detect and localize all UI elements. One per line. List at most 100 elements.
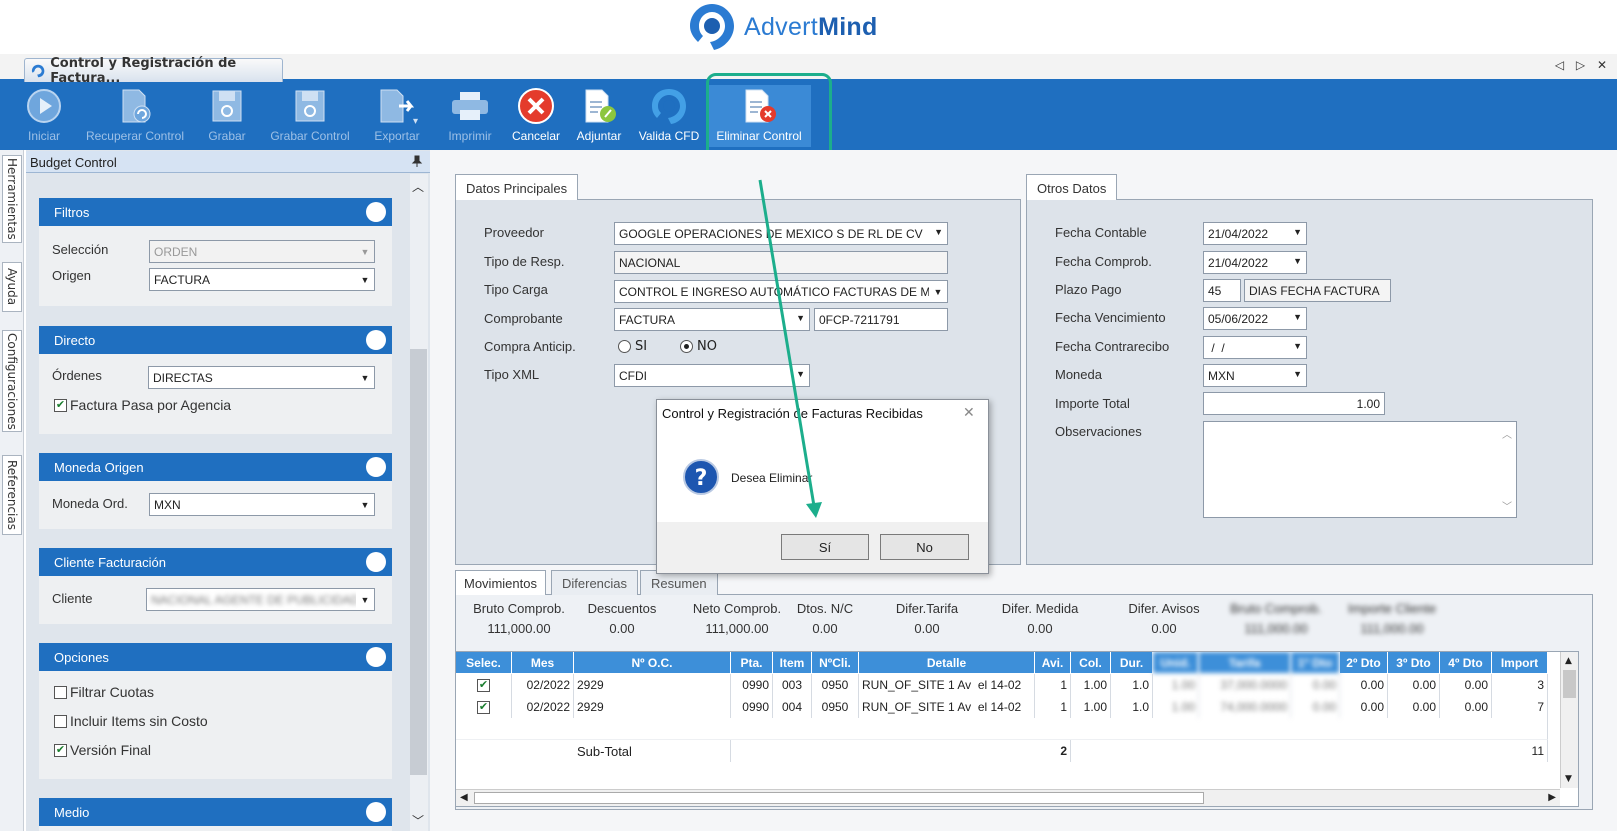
tipo-carga-combo[interactable]: CONTROL E INGRESO AUTOMÁTICO FACTURAS DE…	[614, 280, 948, 303]
scroll-up-icon[interactable]: ▲	[1565, 656, 1572, 666]
col-header-item[interactable]: Item	[773, 652, 812, 673]
collapse-icon[interactable]	[366, 552, 386, 572]
moneda-ord-combo[interactable]: MXN ▼	[149, 493, 375, 516]
side-tab-ayuda[interactable]: Ayuda	[2, 262, 22, 312]
importe-total-label: Importe Total	[1055, 396, 1130, 411]
comprobante-combo[interactable]: FACTURA ▼	[614, 308, 810, 331]
col-header-selec[interactable]: Selec.	[456, 652, 512, 673]
attach-icon	[585, 89, 616, 123]
origen-combo[interactable]: FACTURA ▼	[149, 268, 375, 291]
col-header-dto2[interactable]: 2º Dto	[1340, 652, 1388, 673]
cancelar-button[interactable]: Cancelar	[508, 84, 564, 148]
scroll-up-icon[interactable]: ︿	[412, 178, 424, 195]
cliente-label: Cliente	[52, 591, 93, 606]
compra-no-radio[interactable]: NO	[680, 339, 717, 354]
document-tab[interactable]: Control y Registración de Factura...	[24, 56, 283, 86]
directo-header[interactable]: Directo	[39, 326, 392, 354]
grid-vscroll-thumb[interactable]	[1563, 670, 1576, 698]
col-header-tarifa[interactable]: Tarifa	[1199, 652, 1291, 673]
chevron-down-icon: ▼	[1293, 369, 1302, 379]
col-header-oc[interactable]: Nº O.C.	[574, 652, 731, 673]
grid-hscroll-thumb[interactable]	[474, 792, 1204, 804]
fecha-contable-date[interactable]: 21/04/2022 ▼	[1203, 222, 1307, 245]
comprobante-numero-field[interactable]: 0FCP-7211791	[814, 308, 948, 331]
scroll-down-icon[interactable]: ﹀	[412, 812, 424, 829]
version-final-checkbox[interactable]: ✔ Versión Final	[54, 742, 151, 758]
col-header-mes[interactable]: Mes	[512, 652, 574, 673]
imprimir-button[interactable]: Imprimir	[444, 84, 496, 148]
tab-otros-datos[interactable]: Otros Datos	[1026, 174, 1118, 200]
incluir-items-checkbox[interactable]: Incluir Items sin Costo	[54, 713, 208, 729]
grabar-button[interactable]: Grabar	[204, 84, 250, 148]
radio-selected-icon	[680, 340, 693, 353]
collapse-icon[interactable]	[366, 802, 386, 822]
side-tab-referencias[interactable]: Referencias	[2, 455, 22, 535]
dialog-yes-button[interactable]: Sí	[781, 534, 869, 560]
panel-scroll-thumb[interactable]	[410, 349, 427, 775]
side-tab-herramientas[interactable]: Herramientas	[2, 155, 22, 243]
collapse-icon[interactable]	[366, 202, 386, 222]
scroll-left-icon[interactable]: ◀	[460, 792, 468, 803]
grid-vscrollbar[interactable]: ▲ ▼	[1560, 652, 1578, 788]
pin-icon[interactable]	[411, 155, 423, 167]
iniciar-button[interactable]: Iniciar	[22, 84, 66, 148]
tab-diferencias[interactable]: Diferencias	[551, 570, 639, 595]
valida-cfd-button[interactable]: Valida CFD	[634, 84, 704, 148]
col-header-dto1[interactable]: 1º Dto	[1291, 652, 1340, 673]
summary-difer-tarifa-label: Difer.Tarifa	[895, 601, 959, 616]
plazo-pago-field[interactable]: 45	[1203, 279, 1241, 302]
col-header-import[interactable]: Import	[1492, 652, 1548, 673]
row2-unid: 1.00	[1153, 696, 1199, 718]
collapse-icon[interactable]	[366, 647, 386, 667]
filtros-header[interactable]: Filtros	[39, 198, 392, 226]
moneda-header[interactable]: Moneda Origen	[39, 453, 392, 481]
filtrar-cuotas-checkbox[interactable]: Filtrar Cuotas	[54, 684, 154, 700]
collapse-icon[interactable]	[366, 330, 386, 350]
moneda-combo[interactable]: MXN ▼	[1203, 364, 1307, 387]
cliente-header[interactable]: Cliente Facturación	[39, 548, 392, 576]
seleccion-combo[interactable]: ORDEN ▼	[149, 240, 375, 263]
close-icon[interactable]: ✕	[963, 405, 975, 421]
dialog-no-button[interactable]: No	[880, 534, 969, 560]
col-header-pta[interactable]: Pta.	[731, 652, 773, 673]
col-header-dto3[interactable]: 3º Dto	[1388, 652, 1440, 673]
tab-datos-principales[interactable]: Datos Principales	[455, 174, 579, 200]
factura-agencia-checkbox[interactable]: ✔ Factura Pasa por Agencia	[54, 397, 231, 413]
opciones-header[interactable]: Opciones	[39, 643, 392, 671]
row1-select-checkbox[interactable]: ✔	[456, 674, 512, 696]
importe-total-field[interactable]: 1.00	[1203, 392, 1385, 415]
medio-header[interactable]: Medio	[39, 798, 392, 826]
tab-movimientos[interactable]: Movimientos	[455, 570, 546, 595]
compra-si-radio[interactable]: SI	[618, 339, 647, 354]
col-header-detalle[interactable]: Detalle	[859, 652, 1035, 673]
ordenes-combo[interactable]: DIRECTAS ▼	[148, 366, 375, 389]
grabar-control-button[interactable]: Grabar Control	[264, 84, 356, 148]
fecha-contrarecibo-date[interactable]: / / ▼	[1203, 336, 1307, 359]
plazo-tipo-field[interactable]: DIAS FECHA FACTURA	[1244, 279, 1391, 302]
grid-hscrollbar[interactable]: ◀ ▶	[456, 789, 1560, 806]
recuperar-control-button[interactable]: Recuperar Control	[80, 84, 190, 148]
row2-select-checkbox[interactable]: ✔	[456, 696, 512, 718]
scroll-right-icon[interactable]: ▶	[1548, 792, 1556, 803]
fecha-vencimiento-date[interactable]: 05/06/2022 ▼	[1203, 307, 1307, 330]
fecha-comprob-date[interactable]: 21/04/2022 ▼	[1203, 251, 1307, 274]
col-header-dur[interactable]: Dur.	[1111, 652, 1153, 673]
col-header-avi[interactable]: Avi.	[1035, 652, 1071, 673]
window-nav-controls[interactable]: ◁ ▷ ✕	[1555, 58, 1611, 72]
cliente-combo[interactable]: NACIONAL AGENTE DE PUBLICIDAD S.A. ▼	[146, 588, 375, 611]
exportar-button[interactable]: ▾ Exportar	[366, 84, 428, 148]
col-header-unid[interactable]: Unid.	[1153, 652, 1199, 673]
col-header-ncli[interactable]: NºCli.	[812, 652, 859, 673]
tipo-resp-field[interactable]: NACIONAL	[614, 251, 948, 274]
col-header-dto4[interactable]: 4º Dto	[1440, 652, 1492, 673]
adjuntar-button[interactable]: Adjuntar	[572, 84, 626, 148]
col-header-col[interactable]: Col.	[1071, 652, 1111, 673]
save-icon	[212, 90, 242, 122]
observaciones-textarea[interactable]: ︿ ﹀	[1203, 421, 1517, 518]
collapse-icon[interactable]	[366, 457, 386, 477]
tipo-xml-combo[interactable]: CFDI ▼	[614, 364, 810, 387]
scroll-up-icon: ︿	[1502, 430, 1512, 441]
scroll-down-icon[interactable]: ▼	[1565, 774, 1572, 784]
side-tab-configuraciones[interactable]: Configuraciones	[2, 330, 22, 432]
proveedor-combo[interactable]: GOOGLE OPERACIONES DE MEXICO S DE RL DE …	[614, 222, 948, 245]
